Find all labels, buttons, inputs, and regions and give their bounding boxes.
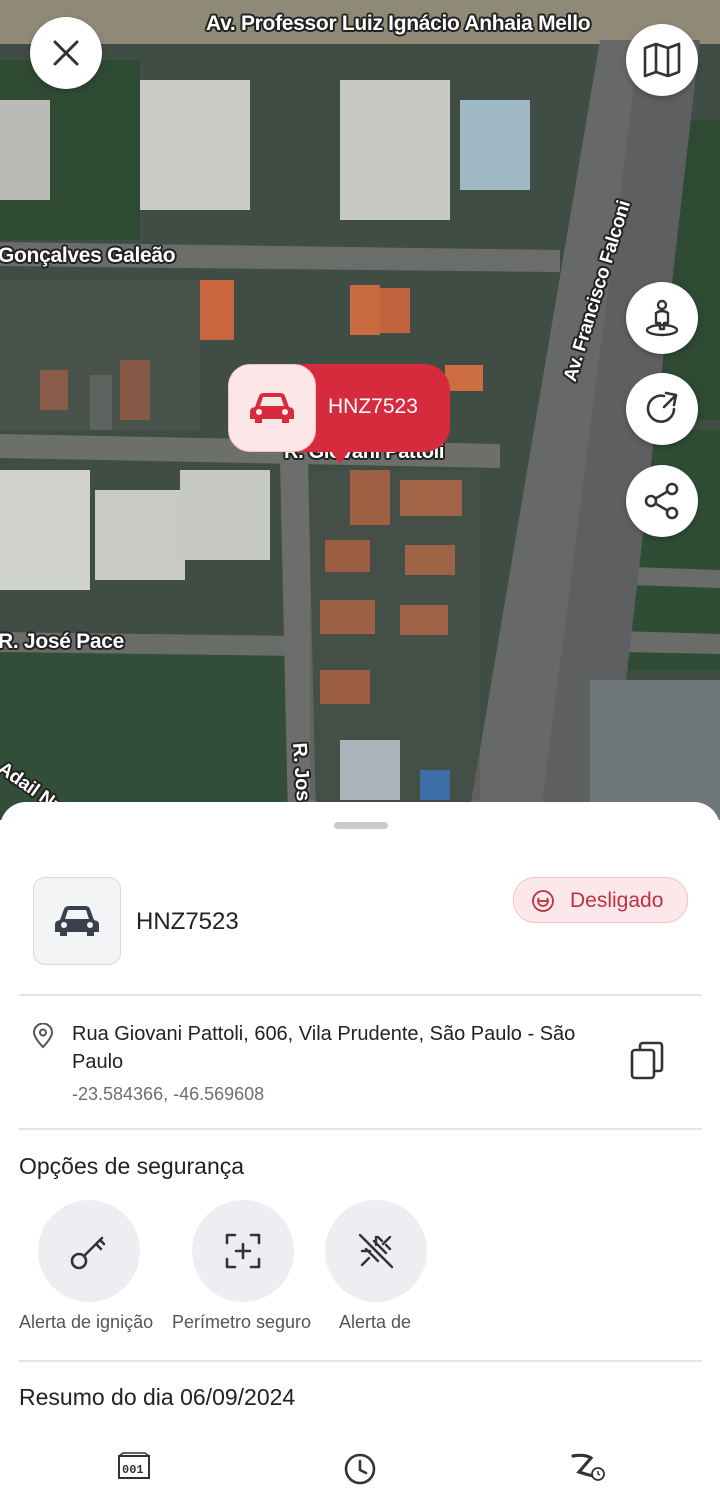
map-view[interactable]: Av. Professor Luiz Ignácio Anhaia Mello … — [0, 0, 720, 820]
vehicle-plate: HNZ7523 — [136, 908, 239, 935]
speed-time-icon[interactable] — [571, 1452, 607, 1482]
unplug-alert-label: Alerta de — [339, 1312, 412, 1332]
sheet-drag-handle[interactable] — [334, 822, 388, 829]
map-layers-button[interactable] — [626, 24, 698, 96]
unplug-alert-button[interactable] — [325, 1200, 427, 1302]
daily-summary-title: Resumo do dia 06/09/2024 — [19, 1384, 296, 1410]
safe-perimeter-label: Perímetro seguro — [172, 1312, 312, 1332]
vehicle-avatar — [33, 877, 121, 965]
street-label-jos: R. Jos — [288, 742, 315, 802]
marker-car-badge — [228, 364, 316, 452]
street-label-top: Av. Professor Luiz Ignácio Anhaia Mello — [206, 12, 591, 35]
key-icon — [70, 1236, 106, 1270]
car-icon — [55, 906, 99, 936]
status-badge: Desligado — [513, 877, 688, 923]
street-label-jose-pace: R. José Pace — [0, 630, 124, 653]
ignition-alert-button[interactable] — [38, 1200, 140, 1302]
street-label-goncalves: Gonçalves Galeão — [0, 244, 176, 267]
marker-pointer — [326, 444, 354, 464]
safe-perimeter-button[interactable] — [192, 1200, 294, 1302]
refresh-icon — [646, 391, 678, 423]
vehicle-address: Rua Giovani Pattoli, 606, Vila Prudente,… — [72, 1023, 576, 1073]
clock-icon[interactable] — [343, 1452, 377, 1486]
street-view-icon — [645, 299, 679, 337]
marker-plate-label: HNZ7523 — [328, 395, 418, 418]
copy-icon[interactable] — [628, 1040, 666, 1082]
unplug-icon — [358, 1233, 394, 1269]
perimeter-icon — [225, 1233, 261, 1269]
divider — [19, 1128, 702, 1130]
map-icon — [643, 42, 681, 78]
status-text: Desligado — [570, 889, 664, 912]
share-button[interactable] — [626, 465, 698, 537]
divider — [19, 1360, 702, 1362]
close-button[interactable] — [30, 17, 102, 89]
divider — [19, 994, 702, 996]
close-icon — [53, 40, 79, 66]
vehicle-coordinates: -23.584366, -46.569608 — [72, 1084, 265, 1104]
odometer-icon[interactable]: 001 — [117, 1452, 151, 1482]
svg-text:001: 001 — [122, 1463, 144, 1477]
ignition-alert-label: Alerta de ignição — [19, 1312, 154, 1332]
ignition-off-icon — [532, 890, 554, 912]
location-pin-icon — [32, 1023, 54, 1049]
share-icon — [644, 482, 679, 520]
street-view-button[interactable] — [626, 282, 698, 354]
refresh-button[interactable] — [626, 373, 698, 445]
car-icon — [250, 393, 294, 423]
security-options-title: Opções de segurança — [19, 1153, 245, 1179]
vehicle-details-sheet: HNZ7523 Desligado Rua Giovani Pattoli, 6… — [0, 802, 720, 1488]
